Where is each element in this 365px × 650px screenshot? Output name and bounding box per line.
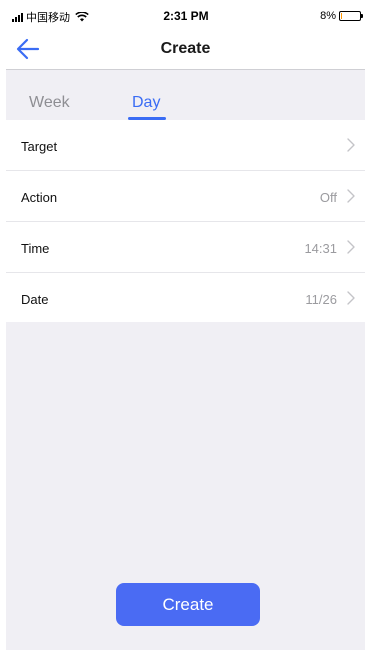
chevron-right-icon	[347, 291, 355, 305]
app-screen: 中国移动 2:31 PM 8% Create Week Day Target A…	[0, 0, 365, 650]
carrier-name: 中国移动	[26, 12, 70, 24]
list-item-value: 11/26	[305, 292, 337, 307]
tab-week[interactable]: Week	[29, 94, 70, 112]
create-button[interactable]: Create	[116, 583, 260, 626]
status-bar: 中国移动 2:31 PM 8%	[6, 0, 365, 30]
list-item-value: 14:31	[304, 241, 337, 256]
status-left: 中国移动	[12, 10, 89, 24]
list-item-action[interactable]: Action Off	[6, 170, 365, 221]
list-item-label: Time	[21, 241, 50, 256]
status-right: 8%	[320, 10, 363, 22]
tab-bar: Week Day	[6, 70, 365, 120]
chevron-right-icon	[347, 240, 355, 254]
settings-list: Target Action Off Time 14:31 Date 11/26	[6, 120, 365, 322]
list-item-target[interactable]: Target	[6, 120, 365, 170]
chevron-right-icon	[347, 189, 355, 203]
navigation-bar: Create	[6, 30, 365, 70]
list-item-label: Date	[21, 292, 49, 307]
list-item-time[interactable]: Time 14:31	[6, 221, 365, 272]
status-time: 2:31 PM	[163, 9, 209, 23]
battery-level	[341, 13, 342, 19]
page-title: Create	[160, 40, 211, 57]
battery-percent: 8%	[320, 10, 336, 22]
tab-day[interactable]: Day	[132, 94, 160, 112]
content-background: Create	[6, 322, 365, 650]
wifi-icon	[75, 12, 89, 22]
list-item-date[interactable]: Date 11/26	[6, 272, 365, 323]
chevron-right-icon	[347, 138, 355, 152]
list-item-label: Action	[21, 190, 58, 205]
list-item-label: Target	[21, 139, 58, 154]
battery-icon	[339, 11, 363, 21]
signal-icon	[12, 12, 23, 22]
list-item-value: Off	[319, 190, 337, 205]
battery-tip	[361, 14, 363, 18]
